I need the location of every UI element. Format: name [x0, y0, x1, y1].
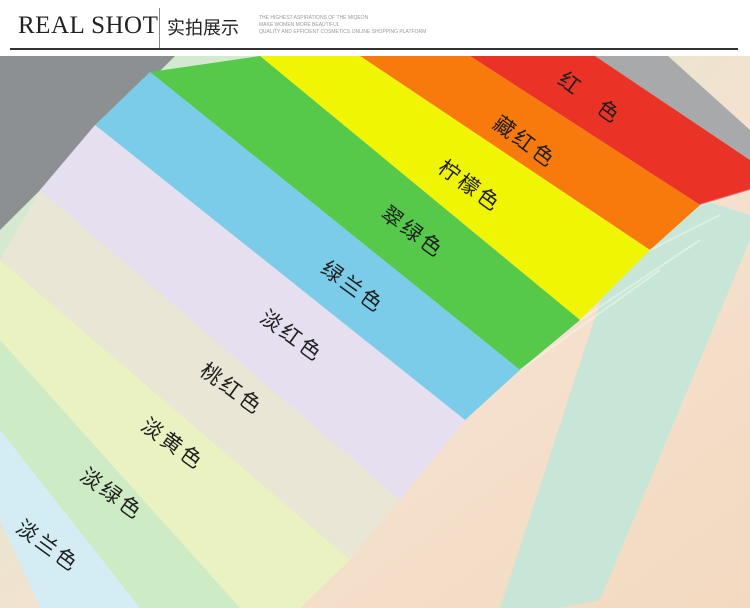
header-tagline: THE HIGHEST ASPIRATIONS OF THE MIQEON MA…: [259, 15, 426, 36]
header-banner: REAL SHOT 实拍展示 THE HIGHEST ASPIRATIONS O…: [0, 0, 750, 56]
paper-bands-photo: [0, 56, 750, 608]
product-photo: 红 色藏红色 柠檬色 翠绿色 绿兰色 淡红色 桃红色 淡黄色 淡绿色 淡兰色: [0, 56, 750, 608]
header-title-en: REAL SHOT: [18, 12, 159, 39]
header-title-cn: 实拍展示: [167, 18, 239, 39]
tagline-line-1: THE HIGHEST ASPIRATIONS OF THE MIQEON: [259, 15, 369, 21]
tagline-line-2: MAKE WOMEN MORE BEAUTIFUL: [259, 22, 340, 28]
tagline-line-3: QUALITY AND EFFICIENT COSMETICS ONLINE S…: [259, 29, 427, 35]
header-separator: [159, 8, 160, 48]
